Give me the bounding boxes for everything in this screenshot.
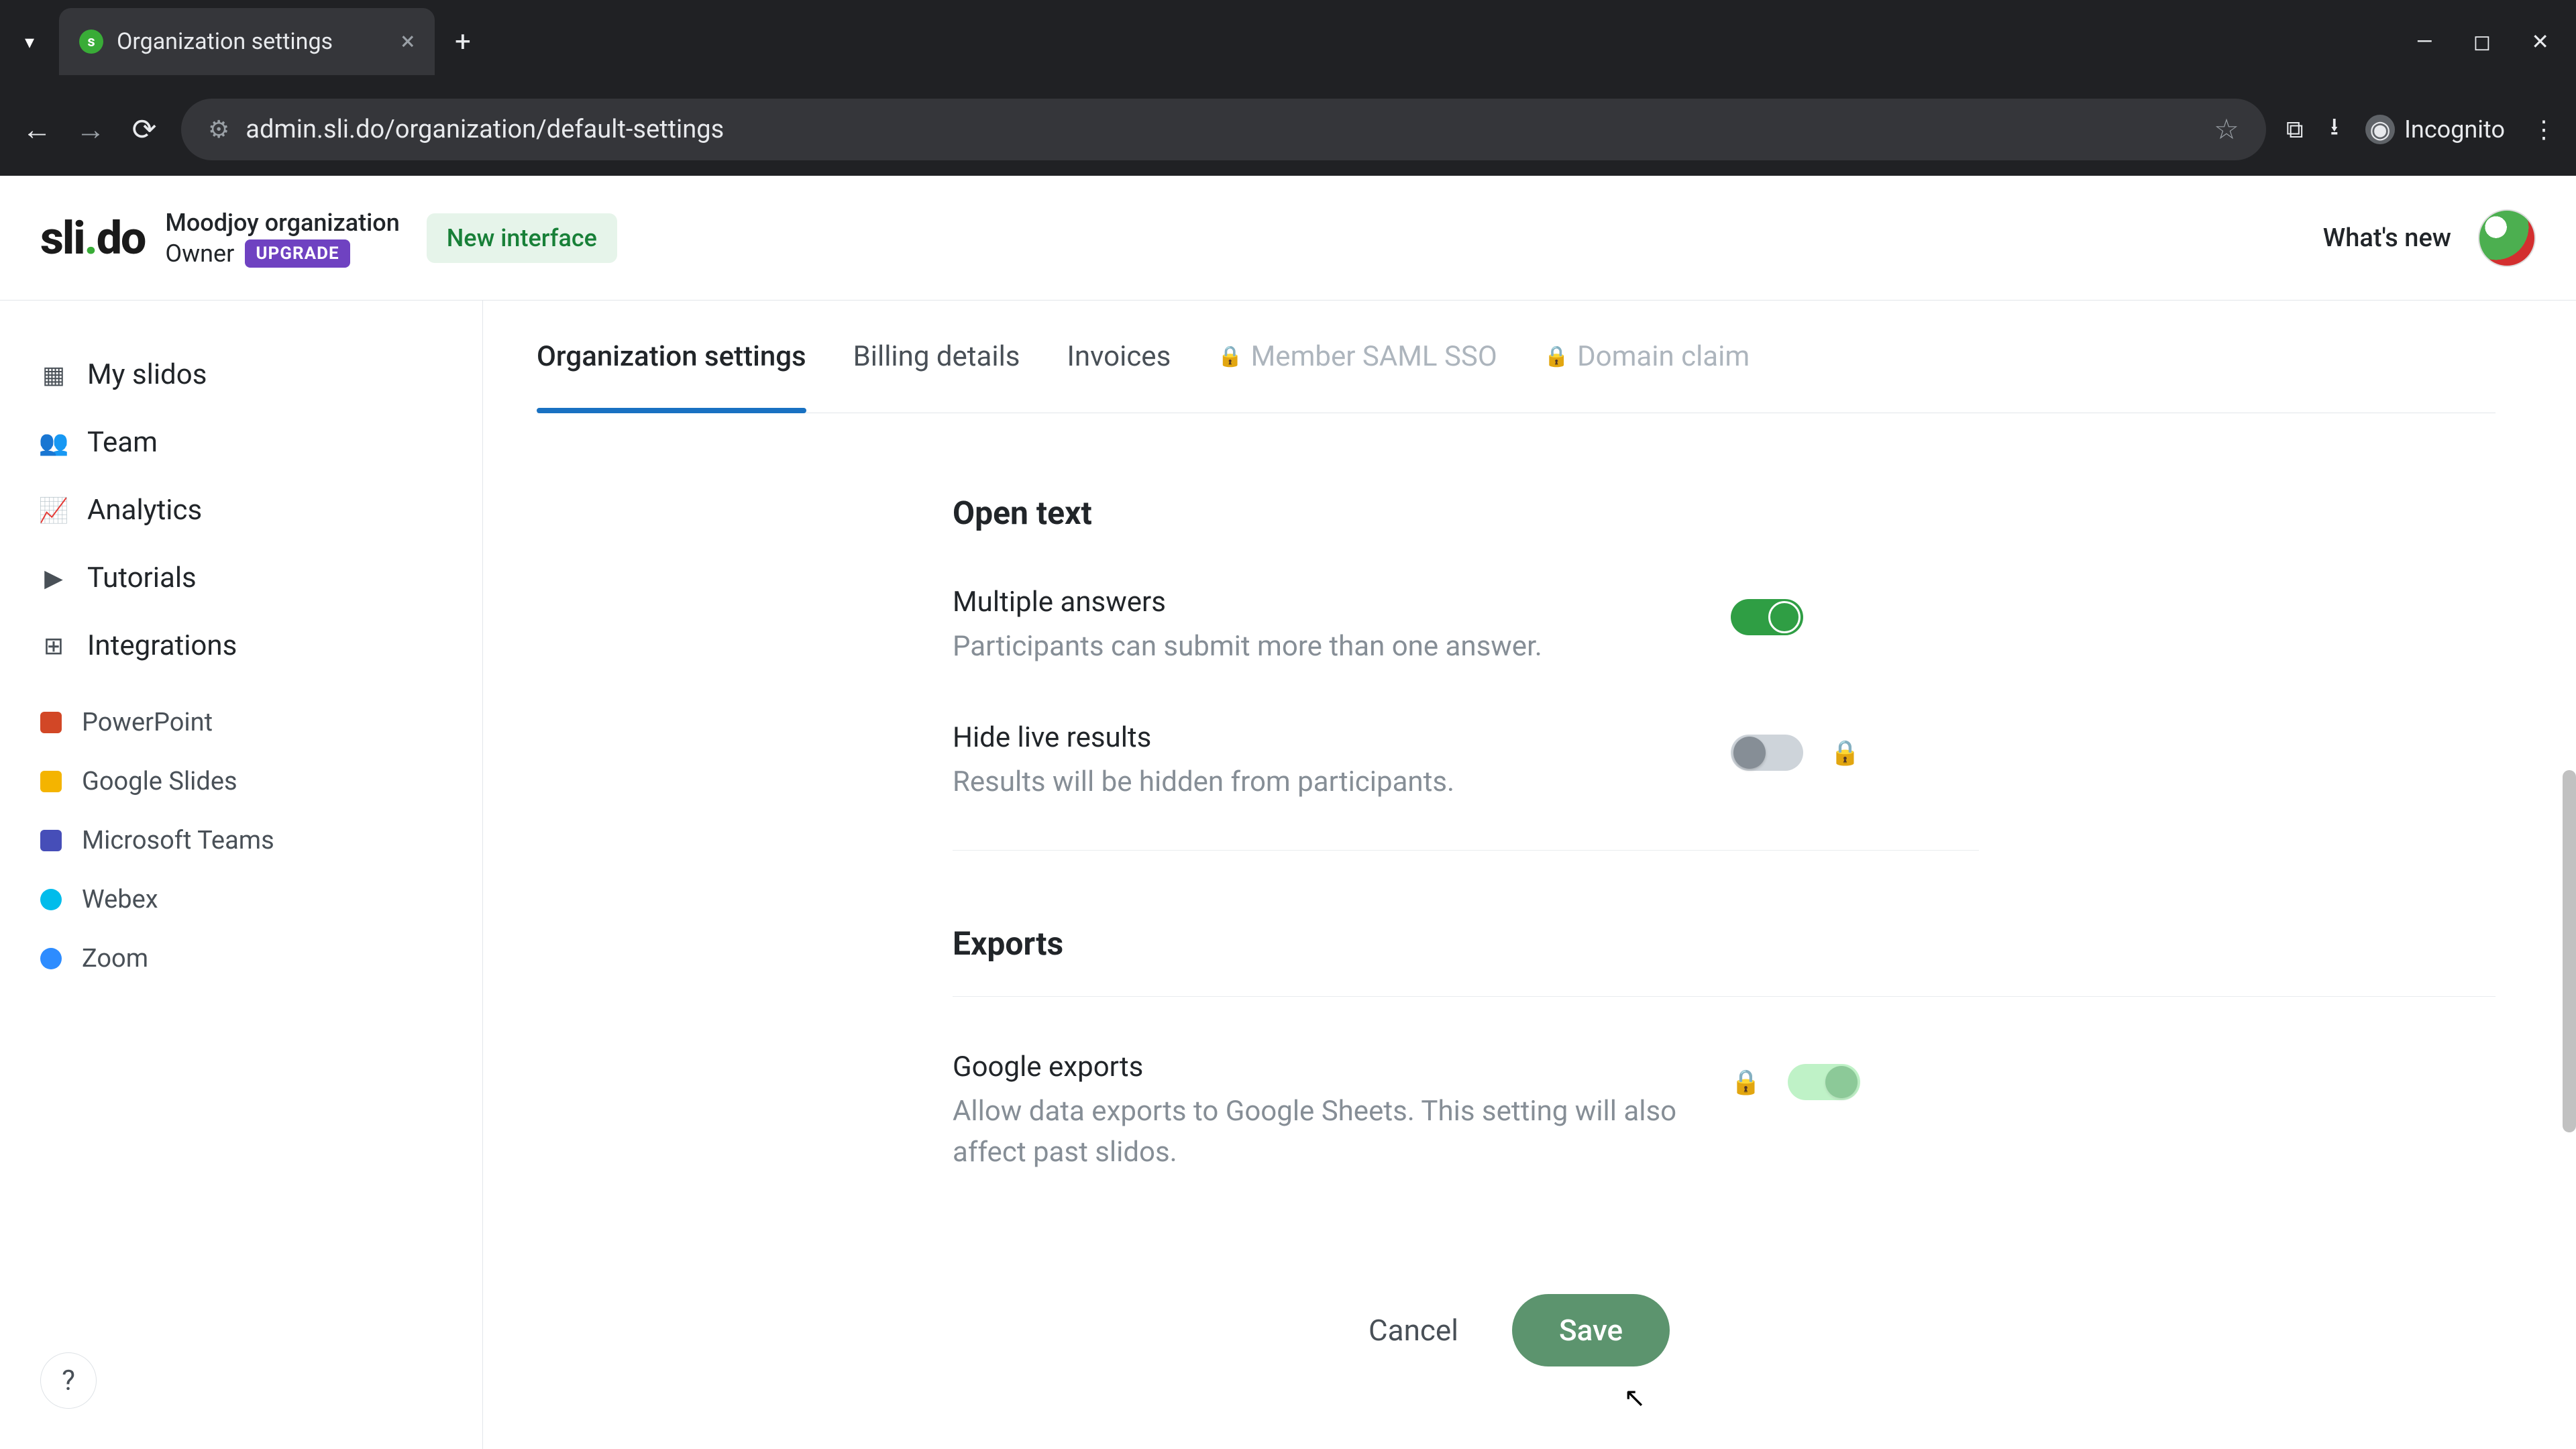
lock-icon: 🔒 xyxy=(1218,345,1242,368)
url-text: admin.sli.do/organization/default-settin… xyxy=(246,115,2198,144)
tab-title: Organization settings xyxy=(117,28,388,55)
new-tab-icon[interactable]: + xyxy=(455,25,471,58)
extensions-icon[interactable]: ⧉ xyxy=(2286,115,2304,144)
back-icon[interactable]: ← xyxy=(20,112,54,147)
save-button[interactable]: Save xyxy=(1512,1294,1670,1366)
section-open-text-heading: Open text xyxy=(953,494,2496,532)
bookmark-icon[interactable]: ☆ xyxy=(2214,113,2239,146)
zoom-icon xyxy=(40,948,62,969)
tab-member-saml-sso: 🔒 Member SAML SSO xyxy=(1218,301,1497,413)
upgrade-badge[interactable]: UPGRADE xyxy=(245,239,350,268)
setting-title: Hide live results xyxy=(953,721,1704,754)
site-settings-icon[interactable]: ⚙ xyxy=(208,115,229,144)
window-controls: — ◻ ✕ xyxy=(2416,29,2563,54)
analytics-icon: 📈 xyxy=(40,497,67,524)
integration-zoom[interactable]: Zoom xyxy=(27,929,455,988)
app-body: ▦ My slidos 👥 Team 📈 Analytics ▶ Tutoria… xyxy=(0,301,2576,1449)
close-tab-icon[interactable]: × xyxy=(401,27,415,56)
maximize-icon[interactable]: ◻ xyxy=(2473,29,2491,54)
toggle-hide-live-results[interactable] xyxy=(1731,735,1803,771)
address-field[interactable]: ⚙ admin.sli.do/organization/default-sett… xyxy=(181,99,2266,160)
google-slides-icon xyxy=(40,771,62,792)
tab-organization-settings[interactable]: Organization settings xyxy=(537,301,806,413)
address-bar: ← → ⟳ ⚙ admin.sli.do/organization/defaul… xyxy=(0,83,2576,176)
toolbar-icons: ⧉ ⭳ ◉ Incognito ⋮ xyxy=(2286,109,2556,150)
setting-title: Multiple answers xyxy=(953,586,1704,619)
action-row: Cancel Save xyxy=(953,1294,2496,1366)
integration-google-slides[interactable]: Google Slides xyxy=(27,752,455,811)
browser-chrome: ▾ s Organization settings × + — ◻ ✕ ← → … xyxy=(0,0,2576,176)
incognito-icon: ◉ xyxy=(2365,115,2395,144)
lock-icon: 🔒 xyxy=(1731,1068,1761,1096)
setting-google-exports: Google exports Allow data exports to Goo… xyxy=(953,997,2496,1173)
integrations-icon: ⊞ xyxy=(40,633,67,659)
team-icon: 👥 xyxy=(40,429,67,456)
tab-invoices[interactable]: Invoices xyxy=(1067,301,1171,413)
tab-domain-claim: 🔒 Domain claim xyxy=(1544,301,1750,413)
setting-multiple-answers: Multiple answers Participants can submit… xyxy=(953,532,2496,667)
tab-bar: ▾ s Organization settings × + — ◻ ✕ xyxy=(0,0,2576,83)
whats-new-link[interactable]: What's new xyxy=(2323,223,2451,253)
setting-desc: Results will be hidden from participants… xyxy=(953,762,1704,803)
integration-webex[interactable]: Webex xyxy=(27,870,455,929)
tabs: Organization settings Billing details In… xyxy=(537,301,2496,413)
sidebar-item-my-slidos[interactable]: ▦ My slidos xyxy=(27,341,455,409)
main-panel: Organization settings Billing details In… xyxy=(483,301,2576,1449)
downloads-icon[interactable]: ⭳ xyxy=(2330,109,2339,150)
close-window-icon[interactable]: ✕ xyxy=(2531,29,2549,54)
help-button[interactable]: ? xyxy=(40,1352,97,1409)
tutorials-icon: ▶ xyxy=(40,565,67,592)
divider xyxy=(953,850,1979,851)
forward-icon[interactable]: → xyxy=(74,112,107,147)
tab-billing-details[interactable]: Billing details xyxy=(853,301,1020,413)
settings-content: Open text Multiple answers Participants … xyxy=(537,413,2496,1449)
lock-icon: 🔒 xyxy=(1544,345,1569,368)
grid-icon: ▦ xyxy=(40,362,67,388)
browser-tab[interactable]: s Organization settings × xyxy=(59,8,435,75)
slido-logo[interactable]: sli.do xyxy=(40,211,145,265)
scrollbar[interactable] xyxy=(2563,770,2576,1132)
toggle-google-exports xyxy=(1788,1064,1860,1100)
setting-hide-live-results: Hide live results Results will be hidden… xyxy=(953,667,2496,803)
kebab-menu-icon[interactable]: ⋮ xyxy=(2532,115,2556,144)
toggle-multiple-answers[interactable] xyxy=(1731,599,1803,635)
webex-icon xyxy=(40,889,62,910)
cancel-button[interactable]: Cancel xyxy=(1342,1294,1485,1366)
setting-desc: Allow data exports to Google Sheets. Thi… xyxy=(953,1091,1704,1173)
tab-list-dropdown-icon[interactable]: ▾ xyxy=(13,25,46,58)
lock-icon: 🔒 xyxy=(1830,739,1860,767)
org-name: Moodjoy organization xyxy=(165,209,399,237)
powerpoint-icon xyxy=(40,712,62,733)
setting-title: Google exports xyxy=(953,1051,1704,1083)
sidebar-item-team[interactable]: 👥 Team xyxy=(27,409,455,476)
app-header: sli.do Moodjoy organization Owner UPGRAD… xyxy=(0,176,2576,301)
org-info: Moodjoy organization Owner UPGRADE xyxy=(165,209,399,268)
incognito-badge[interactable]: ◉ Incognito xyxy=(2365,115,2505,144)
org-role: Owner xyxy=(165,239,234,268)
favicon-icon: s xyxy=(79,30,103,54)
integration-microsoft-teams[interactable]: Microsoft Teams xyxy=(27,811,455,870)
integration-powerpoint[interactable]: PowerPoint xyxy=(27,693,455,752)
minimize-icon[interactable]: — xyxy=(2416,29,2433,54)
sidebar-item-tutorials[interactable]: ▶ Tutorials xyxy=(27,544,455,612)
reload-icon[interactable]: ⟳ xyxy=(127,112,161,147)
microsoft-teams-icon xyxy=(40,830,62,851)
section-exports-heading: Exports xyxy=(953,924,2496,997)
sidebar: ▦ My slidos 👥 Team 📈 Analytics ▶ Tutoria… xyxy=(0,301,483,1449)
sidebar-item-analytics[interactable]: 📈 Analytics xyxy=(27,476,455,544)
new-interface-button[interactable]: New interface xyxy=(427,213,617,263)
avatar[interactable] xyxy=(2478,209,2536,267)
setting-desc: Participants can submit more than one an… xyxy=(953,627,1704,667)
sidebar-item-integrations[interactable]: ⊞ Integrations xyxy=(27,612,455,680)
